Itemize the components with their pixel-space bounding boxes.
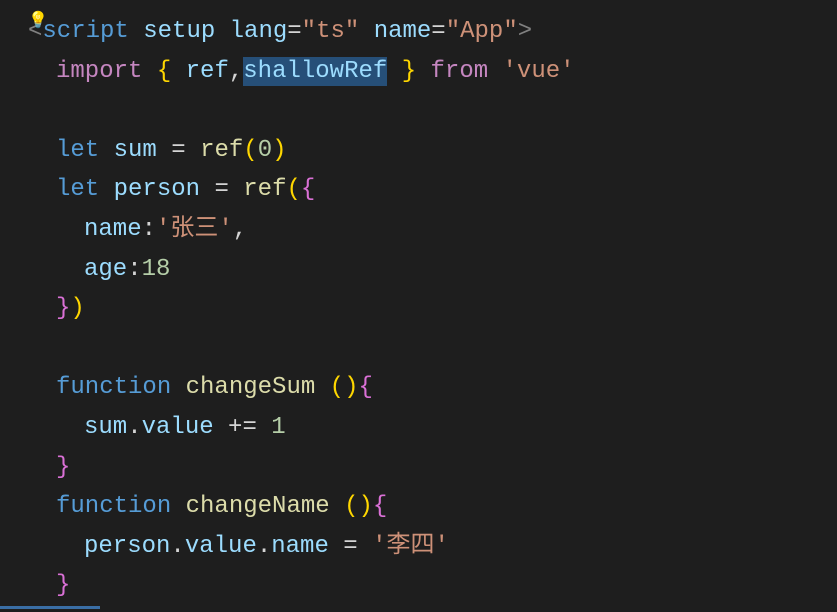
tag-name-script: script (42, 18, 128, 45)
identifier-ref: ref (186, 58, 229, 85)
brace-close: } (56, 454, 70, 481)
paren-close: ) (272, 137, 286, 164)
equals: = (431, 18, 445, 45)
string-vue: 'vue' (503, 58, 575, 85)
identifier-shallowref: shallowRef (243, 58, 387, 85)
dot: . (257, 533, 271, 560)
number-1: 1 (271, 414, 285, 441)
code-line-12[interactable]: } (28, 448, 837, 488)
keyword-function: function (56, 374, 171, 401)
attr-setup: setup (143, 18, 215, 45)
paren-close: ) (344, 374, 358, 401)
paren-open: ( (286, 176, 300, 203)
code-line-5[interactable]: let person = ref({ (28, 170, 837, 210)
prop-value: value (185, 533, 257, 560)
code-line-9-empty[interactable] (28, 329, 837, 369)
brace-open: { (373, 493, 387, 520)
var-sum: sum (114, 137, 157, 164)
number-zero: 0 (258, 137, 272, 164)
var-person: person (84, 533, 170, 560)
attr-lang-value: "ts" (302, 18, 360, 45)
equals: = (214, 176, 228, 203)
prop-name: name (271, 533, 329, 560)
op-plusequals: += (228, 414, 257, 441)
keyword-let: let (56, 176, 99, 203)
fn-changesum: changeSum (186, 374, 316, 401)
dot: . (127, 414, 141, 441)
comma: , (229, 58, 243, 85)
code-line-7[interactable]: age:18 (28, 250, 837, 290)
code-editor[interactable]: <script setup lang="ts" name="App"> impo… (28, 12, 837, 606)
code-line-6[interactable]: name:'张三', (28, 210, 837, 250)
prop-value: value (142, 414, 214, 441)
brace-open: { (301, 176, 315, 203)
fn-ref: ref (200, 137, 243, 164)
number-18: 18 (142, 256, 171, 283)
colon: : (142, 216, 156, 243)
code-line-10[interactable]: function changeSum (){ (28, 368, 837, 408)
brace-close: } (56, 572, 70, 599)
paren-close: ) (358, 493, 372, 520)
text-selection: shallowRef (243, 57, 387, 86)
string-lisi: '李四' (372, 533, 449, 560)
attr-name-value: "App" (446, 18, 518, 45)
code-line-4[interactable]: let sum = ref(0) (28, 131, 837, 171)
keyword-function: function (56, 493, 171, 520)
colon: : (127, 256, 141, 283)
code-line-8[interactable]: }) (28, 289, 837, 329)
paren-open: ( (243, 137, 257, 164)
code-line-15[interactable]: } (28, 566, 837, 606)
equals: = (287, 18, 301, 45)
equals: = (171, 137, 185, 164)
fn-changename: changeName (186, 493, 330, 520)
equals: = (343, 533, 357, 560)
var-person: person (114, 176, 200, 203)
keyword-import: import (56, 58, 142, 85)
dot: . (170, 533, 184, 560)
code-line-13[interactable]: function changeName (){ (28, 487, 837, 527)
prop-name: name (84, 216, 142, 243)
paren-open: ( (344, 493, 358, 520)
quickfix-lightbulb-icon[interactable]: 💡 (28, 8, 48, 34)
attr-name: name (374, 18, 432, 45)
keyword-let: let (56, 137, 99, 164)
paren-open: ( (330, 374, 344, 401)
brace-close: } (402, 58, 416, 85)
tag-close-bracket: > (518, 18, 532, 45)
brace-close: } (56, 295, 70, 322)
code-line-14[interactable]: person.value.name = '李四' (28, 527, 837, 567)
brace-open: { (358, 374, 372, 401)
brace-open: { (157, 58, 171, 85)
code-line-1[interactable]: <script setup lang="ts" name="App"> (28, 12, 837, 52)
code-line-3-empty[interactable] (28, 91, 837, 131)
comma: , (233, 216, 247, 243)
paren-close: ) (70, 295, 84, 322)
code-line-11[interactable]: sum.value += 1 (28, 408, 837, 448)
horizontal-scroll-indicator[interactable] (0, 606, 100, 609)
code-line-2[interactable]: import { ref,shallowRef } from 'vue' (28, 52, 837, 92)
keyword-from: from (431, 58, 489, 85)
attr-lang: lang (230, 18, 288, 45)
fn-ref: ref (243, 176, 286, 203)
prop-age: age (84, 256, 127, 283)
var-sum: sum (84, 414, 127, 441)
string-zhangsan: '张三' (156, 216, 233, 243)
